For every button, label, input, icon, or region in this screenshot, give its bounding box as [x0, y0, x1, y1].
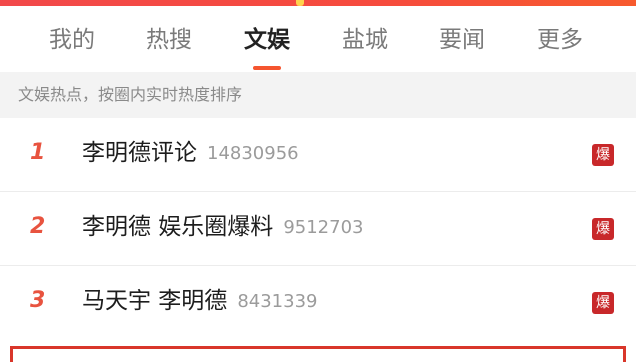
item-title: 李明德 娱乐圈爆料 — [82, 214, 274, 240]
heat-count: 14830956 — [207, 143, 299, 164]
item-title-line: 李明德评论 14830956 — [82, 138, 299, 169]
active-tab-indicator — [253, 66, 281, 70]
list-item[interactable]: 2 李明德 娱乐圈爆料 9512703 爆 — [0, 192, 636, 266]
tab-hot-search[interactable]: 热搜 — [137, 20, 201, 60]
item-title: 马天宇 李明德 — [82, 288, 228, 314]
tab-more[interactable]: 更多 — [528, 20, 592, 60]
hot-badge-icon: 爆 — [592, 292, 614, 314]
tab-yancheng[interactable]: 盐城 — [333, 20, 397, 60]
rank-number: 2 — [30, 214, 46, 239]
heat-count: 8431339 — [237, 291, 318, 312]
tab-entertainment[interactable]: 文娱 — [234, 20, 300, 60]
hot-badge-icon: 爆 — [592, 218, 614, 240]
category-tabs: 我的 热搜 文娱 盐城 要闻 更多 — [0, 6, 636, 70]
item-title: 李明德评论 — [82, 140, 197, 166]
list-description-bar: 文娱热点，按圈内实时热度排序 — [0, 72, 636, 118]
tab-news[interactable]: 要闻 — [430, 20, 494, 60]
hot-badge-icon: 爆 — [592, 144, 614, 166]
hot-list: 1 李明德评论 14830956 爆 2 李明德 娱乐圈爆料 9512703 爆 3… — [0, 118, 636, 340]
list-item[interactable]: 3 马天宇 李明德 8431339 爆 — [0, 266, 636, 340]
list-item[interactable]: 1 李明德评论 14830956 爆 — [0, 118, 636, 192]
item-title-line: 李明德 娱乐圈爆料 9512703 — [82, 212, 363, 243]
tab-mine[interactable]: 我的 — [40, 20, 104, 60]
list-description: 文娱热点，按圈内实时热度排序 — [18, 85, 243, 104]
rank-number: 1 — [30, 140, 46, 165]
highlight-frame — [10, 346, 626, 362]
item-title-line: 马天宇 李明德 8431339 — [82, 286, 317, 317]
rank-number: 3 — [30, 288, 46, 313]
heat-count: 9512703 — [283, 217, 364, 238]
